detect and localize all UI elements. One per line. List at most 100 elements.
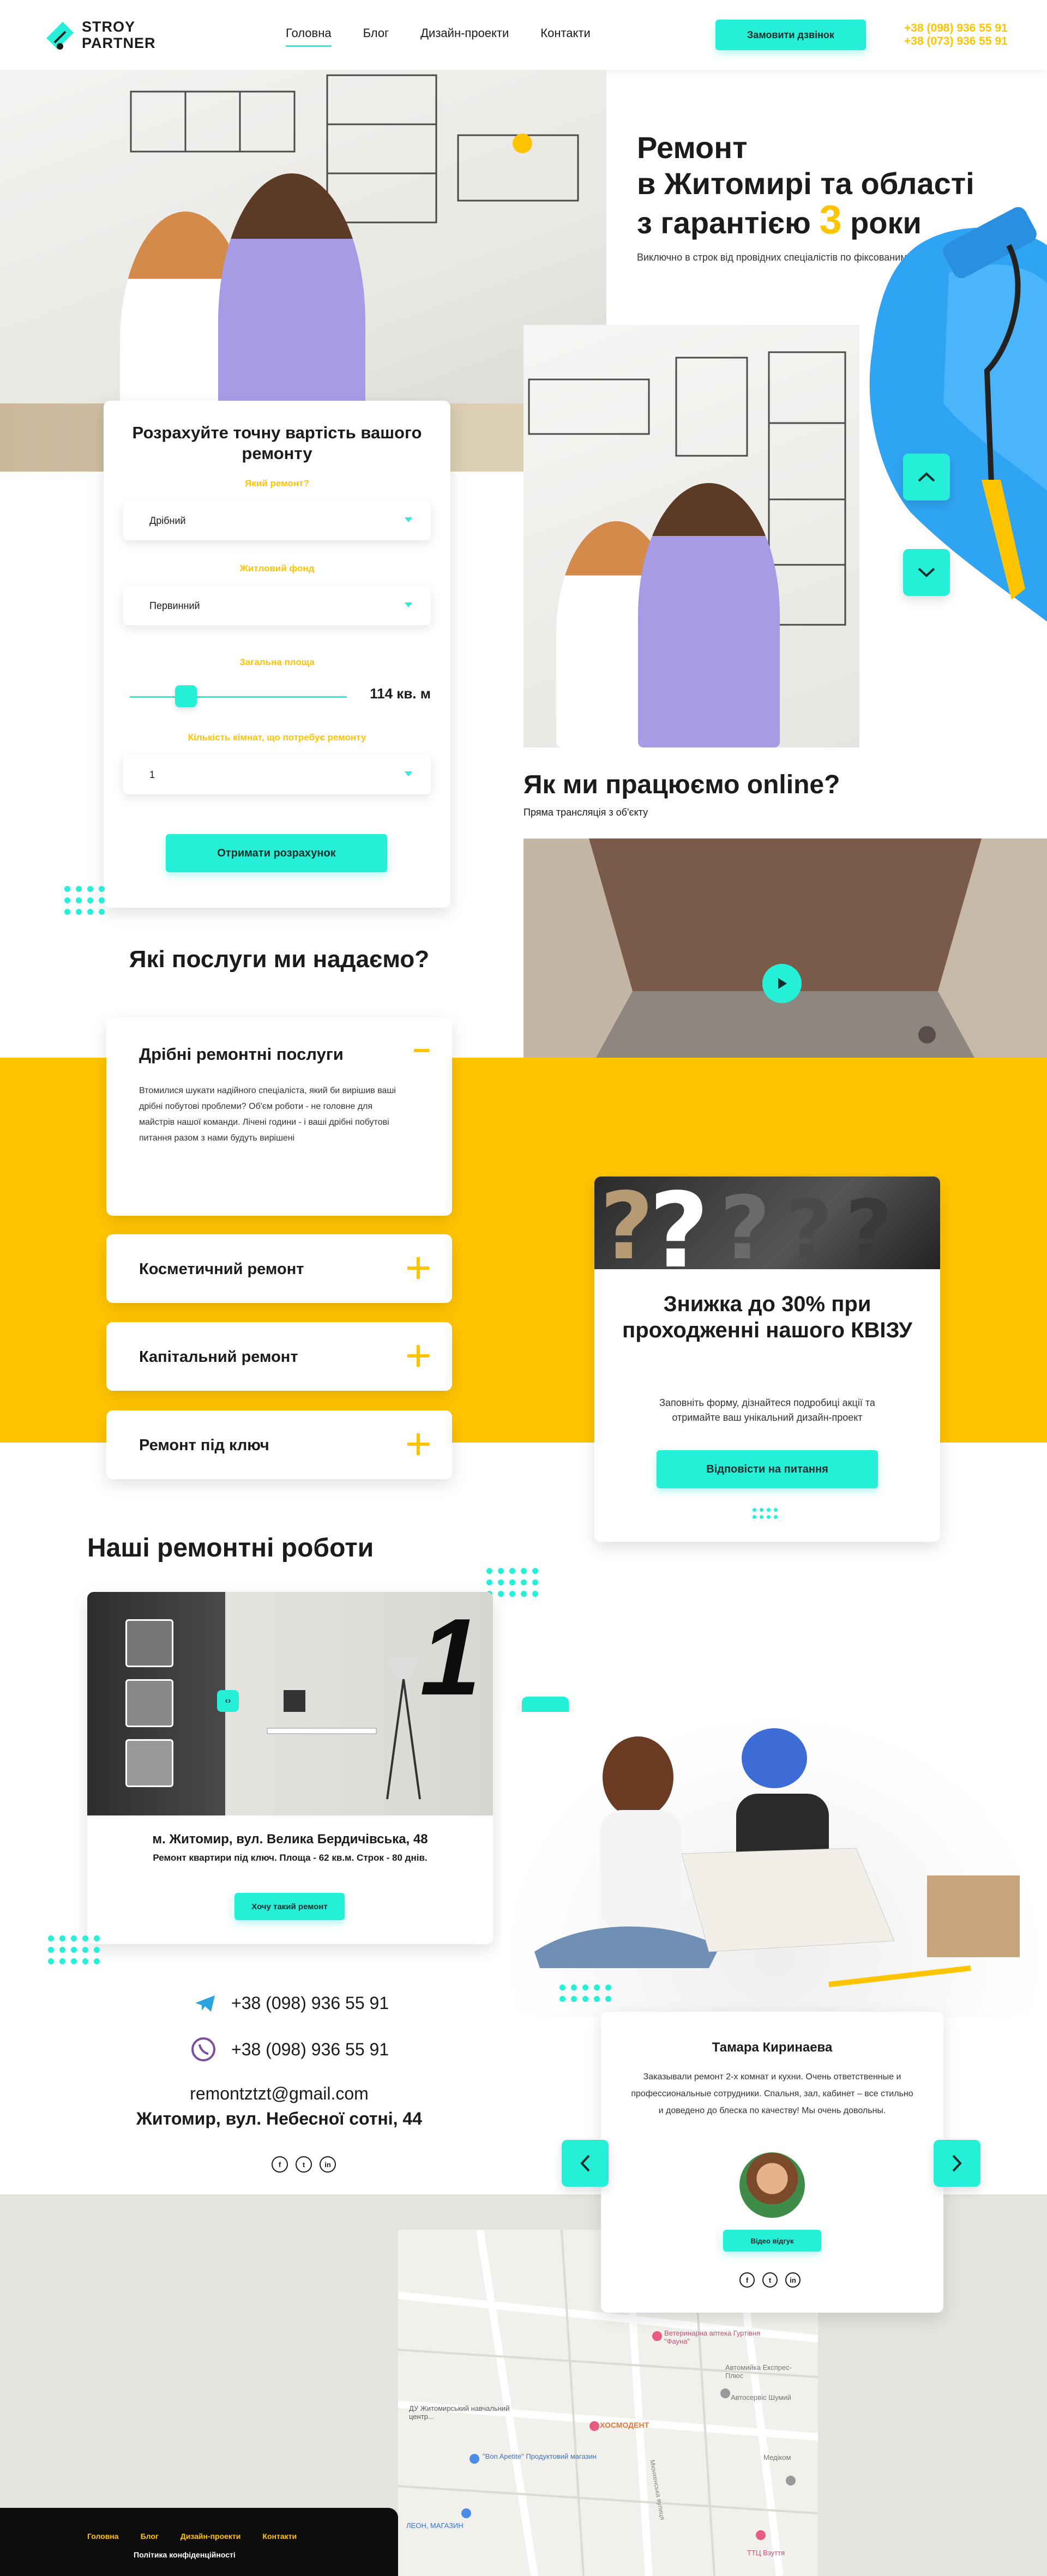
services-title: Які послуги ми надаємо?	[129, 946, 430, 973]
get-estimate-button[interactable]: Отримати розрахунок	[166, 834, 387, 872]
online-subtitle: Пряма трансляція з об'єкту	[524, 807, 648, 818]
service-item[interactable]: Ремонт під ключ	[106, 1410, 452, 1479]
area-label: Загальна площа	[239, 657, 315, 667]
header-phone-2[interactable]: +38 (073) 936 55 91	[904, 35, 1008, 48]
telegram-phone: +38 (098) 936 55 91	[231, 1993, 389, 2013]
want-repair-button[interactable]: Хочу такий ремонт	[234, 1893, 345, 1920]
map-label: Автомийка Експрес-Плюс	[725, 2363, 792, 2380]
rooms-label: Кількість кімнат, що потребує ремонту	[188, 732, 366, 743]
contact-address: Житомир, вул. Небесної сотні, 44	[136, 2109, 422, 2128]
nav-design-projects[interactable]: Дизайн-проекти	[420, 26, 509, 40]
rooms-select[interactable]: 1	[123, 755, 431, 794]
footer-nav-blog[interactable]: Блог	[141, 2532, 159, 2541]
video-play-button[interactable]	[762, 964, 802, 1003]
thumbnail[interactable]	[125, 1739, 173, 1787]
decor-dots	[48, 1935, 100, 1964]
chevron-right-icon	[952, 2155, 962, 2172]
chevron-up-icon	[918, 472, 935, 482]
contact-email[interactable]: remontztzt@gmail.com	[0, 2084, 558, 2104]
housing-label: Житловий фонд	[239, 563, 315, 574]
quiz-card: ? ? ? ? ? Знижка до 30% при проходженні …	[594, 1177, 940, 1542]
play-icon	[778, 978, 787, 989]
question-marks-illustration: ? ? ? ? ?	[600, 1177, 893, 1269]
hero-secondary-photo	[524, 325, 859, 747]
area-slider-track[interactable]	[130, 696, 347, 698]
privacy-policy-link[interactable]: Політика конфіденційності	[134, 2550, 236, 2559]
telegram-icon	[195, 1995, 215, 2012]
expand-icon[interactable]	[407, 1433, 429, 1455]
logo-line-2: PARTNER	[82, 35, 156, 51]
map-label: Ветеринарна аптека Гуртівня "Фауна"	[664, 2329, 761, 2345]
works-title: Наші ремонтні роботи	[87, 1534, 374, 1563]
quiz-text: Заповніть форму, дізнайтеся подробиці ак…	[659, 1397, 875, 1423]
service-item-title: Косметичний ремонт	[139, 1260, 304, 1278]
expand-icon[interactable]	[407, 1257, 429, 1279]
thumbnail[interactable]	[125, 1619, 173, 1667]
housing-value: Первинний	[149, 600, 200, 611]
map-label: ТТЦ Взуття	[747, 2549, 785, 2557]
facebook-icon[interactable]: f	[272, 2156, 288, 2173]
area-slider-handle[interactable]	[175, 685, 197, 707]
quiz-answer-button[interactable]: Відповісти на питання	[657, 1450, 878, 1488]
logo-text[interactable]: STROY PARTNER	[82, 19, 156, 51]
telegram-contact[interactable]: +38 (098) 936 55 91	[194, 1993, 389, 2013]
svg-text:?: ?	[845, 1183, 893, 1269]
footer-nav: Головна Блог Дизайн-проекти Контакти	[87, 2532, 297, 2541]
work-description: Ремонт квартири під ключ. Площа - 62 кв.…	[153, 1853, 428, 1863]
twitter-icon[interactable]: t	[762, 2272, 778, 2288]
couple-illustration	[534, 1728, 1020, 1987]
service-item-title: Ремонт під ключ	[139, 1437, 269, 1454]
select-caret-icon	[405, 771, 412, 776]
hero-title-line-2: в Житомирі та області	[637, 166, 974, 201]
viber-icon	[191, 2037, 215, 2061]
area-value: 114 кв. м	[370, 685, 431, 702]
nav-home[interactable]: Головна	[286, 26, 332, 47]
svg-text:?: ?	[649, 1177, 709, 1269]
video-review-button[interactable]: Відео відгук	[723, 2230, 821, 2252]
map-label: "Bon Apetite" Продуктовий магазин	[483, 2452, 597, 2460]
facebook-icon[interactable]: f	[739, 2272, 755, 2288]
decor-dots	[64, 886, 105, 915]
slider-down-button[interactable]	[903, 549, 950, 596]
service-expanded-text: Втомилися шукати надійного спеціаліста, …	[139, 1086, 396, 1143]
slider-up-button[interactable]	[903, 454, 950, 500]
nav-blog[interactable]: Блог	[363, 26, 389, 40]
review-prev-button[interactable]	[562, 2140, 609, 2187]
call-request-button[interactable]: Замовити дзвінок	[715, 20, 866, 50]
svg-text:?: ?	[720, 1177, 771, 1269]
nav-contacts[interactable]: Контакти	[540, 26, 591, 40]
map-label: Медіком	[763, 2453, 791, 2462]
thumbnail[interactable]	[125, 1679, 173, 1727]
footer-nav-home[interactable]: Головна	[87, 2532, 119, 2541]
site-footer: Головна Блог Дизайн-проекти Контакти Пол…	[0, 2508, 398, 2576]
hero-title-guarantee: з гарантією	[637, 206, 811, 240]
service-item[interactable]: Косметичний ремонт	[106, 1234, 452, 1303]
collapse-icon[interactable]	[414, 1049, 429, 1052]
couple-photo	[502, 1712, 1047, 2017]
viber-contact[interactable]: +38 (098) 936 55 91	[191, 2037, 389, 2062]
twitter-icon[interactable]: t	[296, 2156, 312, 2173]
housing-select[interactable]: Первинний	[123, 586, 431, 625]
map-label: ХОСМОДЕНТ	[600, 2421, 649, 2429]
repair-type-value: Дрібний	[149, 515, 186, 526]
review-next-button[interactable]	[934, 2140, 980, 2187]
cost-calculator: Розрахуйте точну вартість вашого ремонту…	[104, 401, 450, 908]
decor-dots	[753, 1508, 778, 1519]
decor-dots	[486, 1568, 538, 1597]
main-nav: Головна Блог Дизайн-проекти Контакти	[286, 26, 591, 47]
expand-icon[interactable]	[407, 1345, 429, 1367]
instagram-icon[interactable]: in	[320, 2156, 336, 2173]
service-item-expanded[interactable]: Дрібні ремонтні послуги Втомилися шукати…	[106, 1017, 452, 1216]
review-social-links: f t in	[739, 2272, 801, 2288]
select-caret-icon	[405, 517, 412, 522]
footer-nav-contacts[interactable]: Контакти	[262, 2532, 297, 2541]
header-phone-1[interactable]: +38 (098) 936 55 91	[904, 22, 1008, 35]
footer-nav-design-projects[interactable]: Дизайн-проекти	[180, 2532, 241, 2541]
repair-type-select[interactable]: Дрібний	[123, 501, 431, 540]
service-item[interactable]: Капітальний ремонт	[106, 1322, 452, 1391]
instagram-icon[interactable]: in	[785, 2272, 801, 2288]
review-text: Заказывали ремонт 2-х комнат и кухни. Оч…	[631, 2072, 913, 2115]
svg-text:?: ?	[785, 1183, 833, 1269]
hero-title-years: 3	[819, 197, 842, 242]
before-after-image[interactable]: ‹› 1	[87, 1592, 493, 1815]
